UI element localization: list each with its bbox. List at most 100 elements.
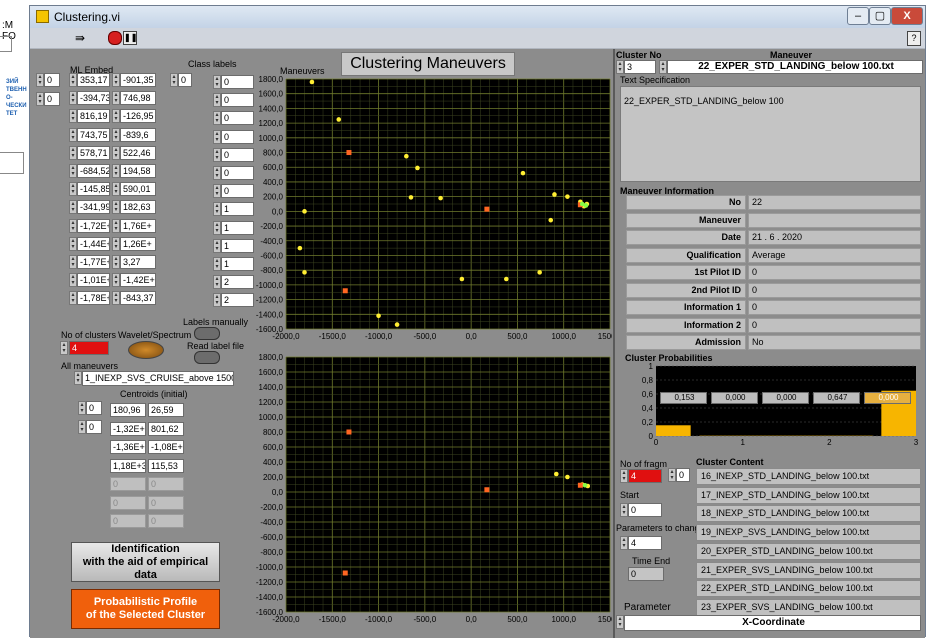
ml-embed-cell[interactable]: -1,77E+ bbox=[77, 255, 110, 269]
ml-embed-cell[interactable]: -145,85 bbox=[77, 182, 110, 196]
identification-button[interactable]: Identification with the aid of empirical… bbox=[71, 542, 220, 582]
parameter-value[interactable]: X-Coordinate bbox=[624, 615, 921, 631]
ml-embed-cell[interactable]: -1,44E+ bbox=[77, 237, 110, 251]
class-label-stepper[interactable]: ▴▾ bbox=[213, 239, 221, 253]
centroids-col-index[interactable]: 0 bbox=[86, 420, 102, 434]
parameter-stepper[interactable]: ▴▾ bbox=[616, 615, 624, 629]
no-of-fragm-index-stepper[interactable]: ▴▾ bbox=[668, 468, 676, 482]
ml-embed-col-index[interactable]: 0 bbox=[44, 92, 60, 106]
ml-embed-cell-stepper[interactable]: ▴▾ bbox=[112, 146, 120, 160]
no-of-clusters-input[interactable]: 4 bbox=[69, 341, 109, 355]
class-label-stepper[interactable]: ▴▾ bbox=[213, 75, 221, 89]
ml-embed-cell-stepper[interactable]: ▴▾ bbox=[112, 109, 120, 123]
ml-embed-col-stepper[interactable]: ▴▾ bbox=[36, 92, 44, 106]
run-arrow-icon[interactable]: ⇛ bbox=[75, 31, 85, 45]
class-label-stepper[interactable]: ▴▾ bbox=[213, 93, 221, 107]
ml-embed-cell[interactable]: 743,75 bbox=[77, 128, 110, 142]
centroid-cell[interactable]: 180,96 bbox=[110, 403, 146, 417]
ml-embed-cell-stepper[interactable]: ▴▾ bbox=[69, 182, 77, 196]
no-of-fragm-input[interactable]: 4 bbox=[628, 469, 662, 483]
ml-embed-cell-stepper[interactable]: ▴▾ bbox=[112, 237, 120, 251]
ml-embed-cell[interactable]: -901,35 bbox=[120, 73, 156, 87]
start-stepper[interactable]: ▴▾ bbox=[620, 503, 628, 517]
ml-embed-cell-stepper[interactable]: ▴▾ bbox=[69, 200, 77, 214]
params-to-change-stepper[interactable]: ▴▾ bbox=[620, 536, 628, 550]
cluster-content-item[interactable]: 22_EXPER_STD_LANDING_below 100.txt bbox=[696, 580, 921, 597]
ml-embed-cell[interactable]: -839,6 bbox=[120, 128, 156, 142]
ml-embed-cell-stepper[interactable]: ▴▾ bbox=[112, 219, 120, 233]
ml-embed-cell[interactable]: -843,37 bbox=[120, 291, 156, 305]
class-label-stepper[interactable]: ▴▾ bbox=[213, 221, 221, 235]
ml-embed-cell-stepper[interactable]: ▴▾ bbox=[69, 255, 77, 269]
ml-embed-row-stepper[interactable]: ▴▾ bbox=[36, 73, 44, 87]
ml-embed-cell-stepper[interactable]: ▴▾ bbox=[69, 164, 77, 178]
ml-embed-cell[interactable]: 194,58 bbox=[120, 164, 156, 178]
class-label-stepper[interactable]: ▴▾ bbox=[213, 275, 221, 289]
ml-embed-cell[interactable]: -126,95 bbox=[120, 109, 156, 123]
close-button[interactable]: X bbox=[891, 7, 923, 25]
ml-embed-cell-stepper[interactable]: ▴▾ bbox=[112, 291, 120, 305]
ml-embed-cell[interactable]: -1,42E+ bbox=[120, 273, 156, 287]
ml-embed-cell[interactable]: -1,01E+ bbox=[77, 273, 110, 287]
ml-embed-cell-stepper[interactable]: ▴▾ bbox=[69, 73, 77, 87]
cluster-no-input[interactable]: 3 bbox=[624, 60, 656, 74]
centroid-cell[interactable]: 801,62 bbox=[148, 422, 184, 436]
cluster-content-item[interactable]: 17_INEXP_STD_LANDING_below 100.txt bbox=[696, 487, 921, 504]
centroid-cell[interactable]: 115,53 bbox=[148, 459, 184, 473]
ml-embed-cell-stepper[interactable]: ▴▾ bbox=[112, 73, 120, 87]
ml-embed-cell[interactable]: 353,17 bbox=[77, 73, 110, 87]
help-button[interactable]: ? bbox=[907, 31, 921, 46]
ml-embed-cell-stepper[interactable]: ▴▾ bbox=[112, 91, 120, 105]
centroids-row-stepper[interactable]: ▴▾ bbox=[78, 401, 86, 415]
ml-embed-cell[interactable]: -1,72E+ bbox=[77, 219, 110, 233]
ml-embed-cell-stepper[interactable]: ▴▾ bbox=[69, 109, 77, 123]
centroid-cell[interactable]: 26,59 bbox=[148, 403, 184, 417]
cluster-content-item[interactable]: 18_INEXP_STD_LANDING_below 100.txt bbox=[696, 505, 921, 522]
ml-embed-cell-stepper[interactable]: ▴▾ bbox=[69, 219, 77, 233]
all-maneuvers-input[interactable]: 1_INEXP_SVS_CRUISE_above 1500.txt bbox=[82, 371, 234, 386]
ml-embed-cell[interactable]: 590,01 bbox=[120, 182, 156, 196]
cluster-content-item[interactable]: 23_EXPER_SVS_LANDING_below 100.txt bbox=[696, 599, 921, 616]
cluster-content-item[interactable]: 20_EXPER_STD_LANDING_below 100.txt bbox=[696, 543, 921, 560]
class-labels-stepper[interactable]: ▴▾ bbox=[170, 73, 178, 87]
cluster-content-item[interactable]: 21_EXPER_SVS_LANDING_below 100.txt bbox=[696, 562, 921, 579]
centroid-cell[interactable]: 0 bbox=[148, 477, 184, 491]
labels-manually-toggle[interactable] bbox=[194, 327, 220, 340]
centroid-cell[interactable]: -1,08E+: bbox=[148, 440, 184, 454]
ml-embed-cell-stepper[interactable]: ▴▾ bbox=[112, 200, 120, 214]
ml-embed-cell-stepper[interactable]: ▴▾ bbox=[69, 237, 77, 251]
no-of-clusters-stepper[interactable]: ▴▾ bbox=[60, 341, 68, 355]
class-label-stepper[interactable]: ▴▾ bbox=[213, 257, 221, 271]
ml-embed-cell-stepper[interactable]: ▴▾ bbox=[69, 128, 77, 142]
centroids-row-index[interactable]: 0 bbox=[86, 401, 102, 415]
ml-embed-cell[interactable]: 1,26E+ bbox=[120, 237, 156, 251]
text-spec-box[interactable]: 22_EXPER_STD_LANDING_below 100 bbox=[620, 86, 921, 182]
centroid-cell[interactable]: -1,36E+: bbox=[110, 440, 146, 454]
ml-embed-cell-stepper[interactable]: ▴▾ bbox=[112, 182, 120, 196]
pause-icon[interactable]: ❚❚ bbox=[123, 31, 137, 45]
centroid-cell[interactable]: 0 bbox=[148, 514, 184, 528]
ml-embed-cell-stepper[interactable]: ▴▾ bbox=[112, 273, 120, 287]
ml-embed-cell[interactable]: -684,52 bbox=[77, 164, 110, 178]
centroid-cell[interactable]: 0 bbox=[110, 496, 146, 510]
cluster-no-stepper[interactable]: ▴▾ bbox=[616, 60, 624, 74]
wavelet-spectrum-button[interactable] bbox=[128, 341, 164, 359]
ml-embed-cell[interactable]: 816,19 bbox=[77, 109, 110, 123]
class-label-stepper[interactable]: ▴▾ bbox=[213, 166, 221, 180]
ml-embed-cell[interactable]: 578,71 bbox=[77, 146, 110, 160]
ml-embed-cell[interactable]: 1,76E+ bbox=[120, 219, 156, 233]
all-maneuvers-stepper[interactable]: ▴▾ bbox=[74, 371, 82, 385]
centroid-cell[interactable]: -1,32E+: bbox=[110, 422, 146, 436]
maneuver-stepper[interactable]: ▴▾ bbox=[659, 60, 667, 74]
read-label-file-toggle[interactable] bbox=[194, 351, 220, 364]
ml-embed-cell-stepper[interactable]: ▴▾ bbox=[69, 91, 77, 105]
class-labels-index[interactable]: 0 bbox=[178, 73, 192, 87]
ml-embed-cell[interactable]: -341,99 bbox=[77, 200, 110, 214]
class-label-stepper[interactable]: ▴▾ bbox=[213, 184, 221, 198]
ml-embed-cell-stepper[interactable]: ▴▾ bbox=[112, 164, 120, 178]
class-label-stepper[interactable]: ▴▾ bbox=[213, 293, 221, 307]
centroid-cell[interactable]: 0 bbox=[148, 496, 184, 510]
ml-embed-cell-stepper[interactable]: ▴▾ bbox=[69, 273, 77, 287]
maximize-button[interactable]: ▢ bbox=[869, 7, 891, 25]
start-input[interactable]: 0 bbox=[628, 503, 662, 517]
